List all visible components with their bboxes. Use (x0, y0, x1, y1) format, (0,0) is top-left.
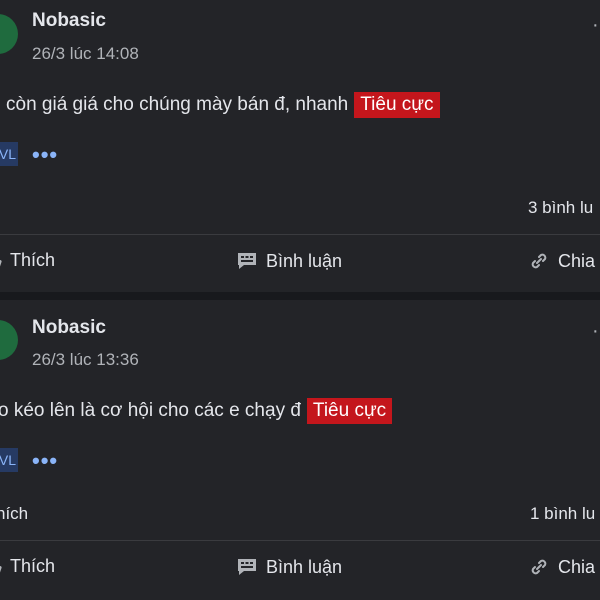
post-options-icon[interactable]: · (592, 14, 600, 37)
label-chip[interactable]: VL (0, 448, 18, 472)
like-button[interactable]: Thích (0, 250, 55, 271)
post-options-icon[interactable]: · (592, 320, 600, 343)
divider (0, 540, 600, 541)
author-name[interactable]: Nobasic (32, 317, 106, 339)
author-name[interactable]: Nobasic (32, 10, 106, 32)
thumbs-up-icon (0, 259, 2, 266)
post-card: Nobasic · 26/3 lúc 13:36 o kéo lên là cơ… (0, 300, 600, 600)
share-label: Chia (558, 250, 596, 271)
sentiment-tag: Tiêu cực (354, 92, 440, 118)
post-text-body: còn giá giá cho chúng mày bán đ, nhanh (6, 94, 349, 115)
link-icon (531, 253, 547, 269)
comment-label: Bình luận (266, 250, 343, 271)
post-text: o kéo lên là cơ hội cho các e chạy đ Tiêu… (0, 398, 393, 424)
avatar[interactable] (0, 14, 18, 54)
thumbs-up-icon (0, 565, 2, 572)
post-text-body: o kéo lên là cơ hội cho các e chạy đ (0, 400, 301, 421)
like-label: Thích (10, 556, 56, 576)
comment-count[interactable]: 1 bình lu (530, 504, 595, 524)
comment-label: Bình luận (266, 556, 343, 577)
comment-icon (238, 253, 256, 269)
comment-count[interactable]: 3 bình lu (528, 198, 593, 218)
share-label: Chia (558, 556, 596, 577)
reaction-summary[interactable]: hích (0, 504, 28, 524)
like-button[interactable]: Thích (0, 556, 55, 577)
comment-button[interactable]: Bình luận (236, 556, 342, 578)
share-button[interactable]: Chia (528, 250, 595, 272)
comment-button[interactable]: Bình luận (236, 250, 342, 272)
link-icon (531, 559, 547, 575)
post-timestamp[interactable]: 26/3 lúc 13:36 (32, 350, 139, 370)
post-card: Nobasic · 26/3 lúc 14:08 còn giá giá cho… (0, 0, 600, 292)
divider (0, 234, 600, 235)
sentiment-tag: Tiêu cực (306, 398, 393, 424)
more-icon[interactable]: ••• (32, 142, 58, 168)
comment-icon (238, 559, 256, 575)
label-chip[interactable]: VL (0, 142, 18, 166)
avatar[interactable] (0, 320, 18, 360)
more-icon[interactable]: ••• (32, 448, 58, 474)
like-label: Thích (10, 250, 56, 270)
share-button[interactable]: Chia (528, 556, 595, 578)
post-text: còn giá giá cho chúng mày bán đ, nhanh Ti… (6, 92, 440, 118)
post-timestamp[interactable]: 26/3 lúc 14:08 (32, 44, 139, 64)
